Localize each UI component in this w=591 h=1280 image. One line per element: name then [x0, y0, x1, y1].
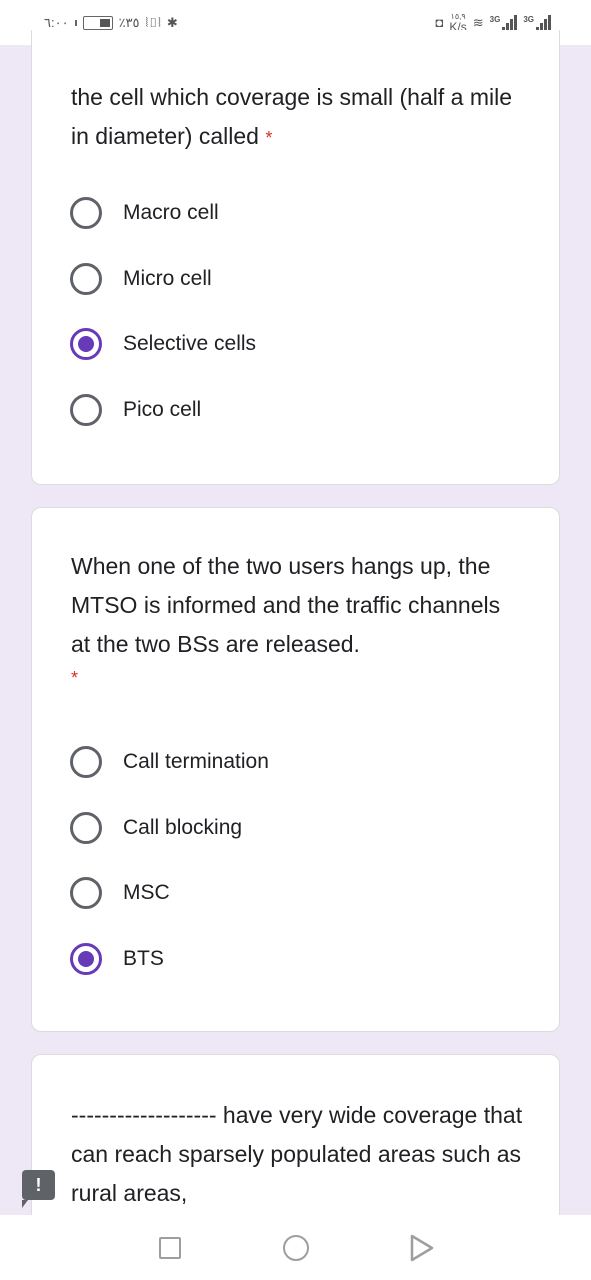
signal-2-label: 3G: [523, 14, 534, 24]
question-2-text: When one of the two users hangs up, the …: [71, 553, 501, 657]
signal-2-icon: 3G: [523, 14, 551, 31]
radio-button[interactable]: [70, 877, 102, 909]
option-pico-cell[interactable]: Pico cell: [70, 392, 201, 428]
signal-1-icon: 3G: [489, 14, 518, 31]
clock: ٦:٠٠: [44, 14, 69, 30]
back-button[interactable]: [409, 1234, 435, 1261]
home-button[interactable]: [282, 1234, 309, 1261]
option-label: Call termination: [123, 750, 269, 773]
triangle-icon: [410, 1234, 433, 1261]
option-label: Call blocking: [123, 816, 243, 839]
required-asterisk: *: [265, 128, 273, 148]
question-card-1: the cell which coverage is small (half a…: [31, 30, 560, 485]
radio-button[interactable]: [70, 812, 102, 844]
square-icon: [158, 1236, 181, 1259]
bluetooth-icon: ✱: [166, 14, 178, 30]
navigation-bar: [0, 1215, 591, 1280]
option-label: Macro cell: [123, 201, 219, 224]
radio-button[interactable]: [70, 197, 102, 229]
video-call-icon: ◘: [435, 15, 444, 30]
feedback-icon[interactable]: !: [22, 1170, 55, 1208]
option-micro-cell[interactable]: Micro cell: [70, 261, 212, 297]
option-label: MSC: [123, 881, 170, 904]
question-1-text: the cell which coverage is small (half a…: [71, 78, 523, 158]
radio-button[interactable]: [70, 746, 102, 778]
option-bts[interactable]: BTS: [70, 941, 164, 977]
radio-button[interactable]: [70, 263, 102, 295]
option-call-termination[interactable]: Call termination: [70, 744, 269, 780]
question-1-label: the cell which coverage is small (half a…: [71, 84, 513, 149]
option-msc[interactable]: MSC: [70, 875, 170, 911]
battery-tip: [74, 19, 77, 26]
battery-icon: [82, 15, 113, 30]
radio-button[interactable]: [70, 394, 102, 426]
option-selective-cells[interactable]: Selective cells: [70, 326, 256, 362]
option-label: Pico cell: [123, 398, 202, 421]
required-asterisk: *: [71, 668, 79, 688]
radio-button-selected[interactable]: [70, 328, 102, 360]
status-bar-left: ٦:٠٠ ٪٣٥ ⦚▯⦚ ✱: [44, 15, 178, 31]
question-3-text: ------------------- have very wide cover…: [71, 1102, 523, 1206]
option-label: Micro cell: [123, 267, 212, 290]
option-macro-cell[interactable]: Macro cell: [70, 195, 219, 231]
option-call-blocking[interactable]: Call blocking: [70, 810, 242, 846]
question-card-2: When one of the two users hangs up, the …: [31, 507, 560, 1032]
battery-percent: ٪٣٥: [118, 14, 140, 30]
feedback-icon-glyph: !: [35, 1174, 42, 1195]
recent-apps-button[interactable]: [157, 1235, 183, 1261]
vibrate-icon: ⦚▯⦚: [145, 14, 161, 30]
option-label: BTS: [123, 947, 164, 970]
signal-1-label: 3G: [489, 14, 501, 24]
radio-button-selected[interactable]: [70, 943, 102, 975]
option-label: Selective cells: [123, 332, 257, 355]
circle-icon: [282, 1234, 309, 1261]
wifi-icon: ≋: [472, 14, 484, 30]
